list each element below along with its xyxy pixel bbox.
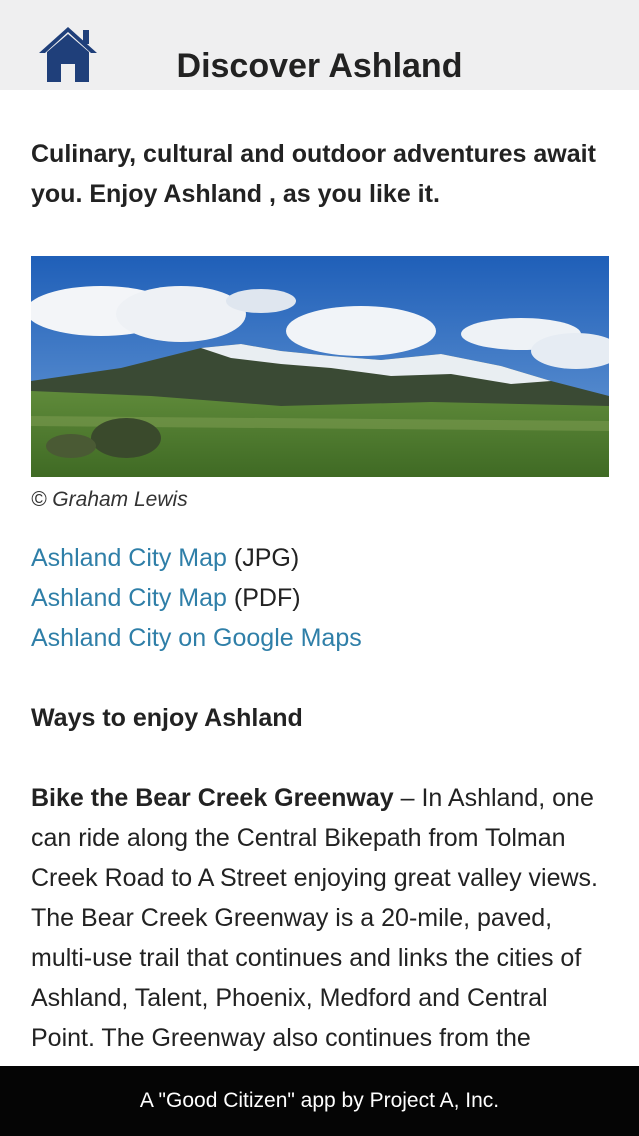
page-title: Discover Ashland [176, 47, 463, 85]
section-heading: Ways to enjoy Ashland [31, 704, 303, 732]
top-navigation-bar: Discover Ashland [0, 0, 639, 90]
main-content[interactable]: Culinary, cultural and outdoor adventure… [31, 90, 611, 1065]
google-maps-link[interactable]: Ashland City on Google Maps [31, 624, 362, 652]
bike-greenway-paragraph: Bike the Bear Creek Greenway – In Ashlan… [31, 778, 611, 1065]
paragraph-body: – In Ashland, one can ride along the Cen… [31, 784, 598, 1065]
map-links: Ashland City Map (JPG) Ashland City Map … [31, 538, 611, 658]
paragraph-title: Bike the Bear Creek Greenway [31, 784, 394, 812]
landscape-photo [31, 256, 609, 477]
list-item: Ashland City Map (PDF) [31, 578, 611, 618]
city-map-jpg-link[interactable]: Ashland City Map [31, 544, 227, 572]
photo-credit: © Graham Lewis [31, 488, 188, 511]
footer-bar: A "Good Citizen" app by Project A, Inc. [0, 1066, 639, 1136]
city-map-pdf-link[interactable]: Ashland City Map [31, 584, 227, 612]
list-item: Ashland City Map (JPG) [31, 538, 611, 578]
intro-text: Culinary, cultural and outdoor adventure… [31, 140, 596, 208]
link-format-label: (PDF) [226, 584, 301, 612]
link-format-label: (JPG) [226, 544, 300, 572]
list-item: Ashland City on Google Maps [31, 618, 611, 658]
